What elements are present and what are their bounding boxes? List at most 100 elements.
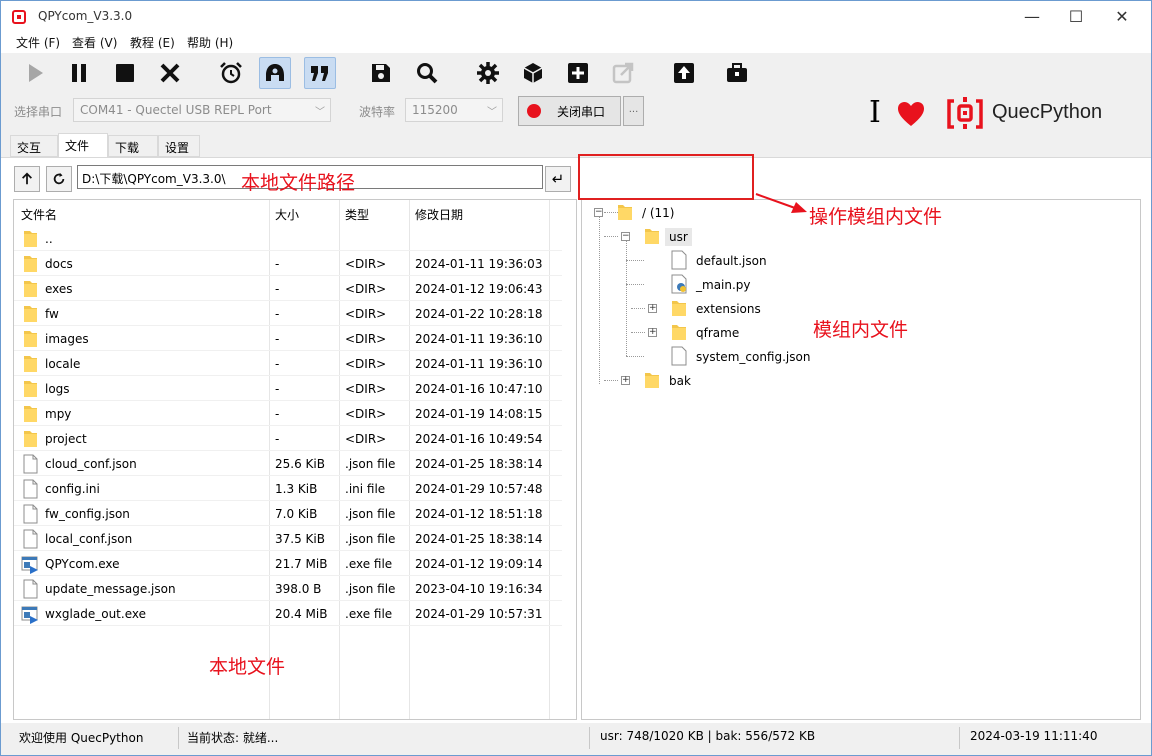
alarm-clock-icon[interactable] xyxy=(215,57,247,89)
menu-help[interactable]: 帮助 (H) xyxy=(187,34,233,51)
table-row[interactable]: images - <DIR> 2024-01-11 19:36:10 xyxy=(14,326,562,351)
save-icon[interactable] xyxy=(365,57,397,89)
play-icon[interactable] xyxy=(19,57,51,89)
enter-path-button[interactable]: ↵ xyxy=(545,166,571,192)
table-row[interactable]: update_message.json 398.0 B .json file 2023… xyxy=(14,576,562,601)
file-name: config.ini xyxy=(45,482,100,496)
table-row[interactable]: QPYcom.exe 21.7 MiB .exe file 2024-01-12 19… xyxy=(14,551,562,576)
menu-view[interactable]: 查看 (V) xyxy=(72,34,117,51)
tree-line xyxy=(599,216,600,384)
file-type: <DIR> xyxy=(345,282,387,296)
minimize-button[interactable]: — xyxy=(1009,1,1055,32)
file-size: - xyxy=(275,432,280,446)
tab-interaction[interactable]: 交互 xyxy=(10,135,58,157)
file-date: 2024-01-16 10:47:10 xyxy=(415,382,543,396)
tree-node-qframe[interactable]: qframe xyxy=(696,326,739,340)
plus-box-icon[interactable] xyxy=(562,57,594,89)
table-row[interactable]: fw_config.json 7.0 KiB .json file 2024-01-1… xyxy=(14,501,562,526)
collapse-toggle[interactable]: − xyxy=(594,208,603,217)
app-window: QPYcom_V3.3.0 — ☐ ✕ 文件 (F) 查看 (V) 教程 (E)… xyxy=(0,0,1152,756)
baud-select[interactable]: 115200 ﹀ xyxy=(405,98,503,122)
expand-toggle[interactable]: + xyxy=(621,376,630,385)
table-row[interactable]: local_conf.json 37.5 KiB .json file 2024-01… xyxy=(14,526,562,551)
more-button[interactable]: ... xyxy=(623,96,644,126)
file-icon xyxy=(23,504,38,524)
file-size: 21.7 MiB xyxy=(275,557,328,571)
toolbox-icon[interactable] xyxy=(721,57,753,89)
baud-value: 115200 xyxy=(412,103,458,117)
table-row[interactable]: project - <DIR> 2024-01-16 10:49:54 xyxy=(14,426,562,451)
folder-icon xyxy=(24,256,37,272)
tree-node-main-py[interactable]: _main.py xyxy=(696,278,751,292)
toolbar xyxy=(1,53,1151,93)
menu-file[interactable]: 文件 (F) xyxy=(16,34,60,51)
file-type: .ini file xyxy=(345,482,386,496)
gear-icon[interactable] xyxy=(472,57,504,89)
header-date[interactable]: 修改日期 xyxy=(415,206,463,223)
file-size: 37.5 KiB xyxy=(275,532,325,546)
table-row[interactable]: locale - <DIR> 2024-01-11 19:36:10 xyxy=(14,351,562,376)
tab-download[interactable]: 下载 xyxy=(108,135,158,157)
file-type: .exe file xyxy=(345,607,393,621)
stop-icon[interactable] xyxy=(109,57,141,89)
header-name[interactable]: 文件名 xyxy=(21,206,57,223)
file-name: local_conf.json xyxy=(45,532,133,546)
local-file-list[interactable]: 文件名 大小 类型 修改日期 .. docs - <DIR> 2024-01-11 19… xyxy=(13,199,577,720)
table-row[interactable]: .. xyxy=(14,226,562,251)
upload-icon[interactable] xyxy=(668,57,700,89)
table-row[interactable]: fw - <DIR> 2024-01-22 10:28:18 xyxy=(14,301,562,326)
module-file-tree[interactable]: − − + + + / (11) usr default.json _main.… xyxy=(581,199,1141,720)
tree-node-usr[interactable]: usr xyxy=(665,228,692,246)
pause-icon[interactable] xyxy=(63,57,95,89)
table-row[interactable]: exes - <DIR> 2024-01-12 19:06:43 xyxy=(14,276,562,301)
chevron-down-icon: ﹀ xyxy=(315,107,325,118)
annotation-local-files: 本地文件 xyxy=(209,656,286,678)
tree-root[interactable]: / (11) xyxy=(642,206,675,220)
file-type: <DIR> xyxy=(345,407,387,421)
expand-toggle[interactable]: + xyxy=(648,328,657,337)
close-port-label: 关闭串口 xyxy=(557,104,606,119)
tree-node-bak[interactable]: bak xyxy=(669,374,691,388)
file-size: 20.4 MiB xyxy=(275,607,328,621)
header-type[interactable]: 类型 xyxy=(345,206,369,223)
table-row[interactable]: config.ini 1.3 KiB .ini file 2024-01-29 10:… xyxy=(14,476,562,501)
collapse-toggle[interactable]: − xyxy=(621,232,630,241)
tree-node-default-json[interactable]: default.json xyxy=(696,254,767,268)
maximize-button[interactable]: ☐ xyxy=(1053,1,1099,32)
rocket-icon[interactable] xyxy=(259,57,291,89)
expand-toggle[interactable]: + xyxy=(648,304,657,313)
file-icon xyxy=(23,579,38,599)
quote-icon[interactable] xyxy=(304,57,336,89)
close-window-button[interactable]: ✕ xyxy=(1099,1,1145,32)
table-row[interactable]: docs - <DIR> 2024-01-11 19:36:03 xyxy=(14,251,562,276)
tree-node-system-config[interactable]: system_config.json xyxy=(696,350,810,364)
file-type: .json file xyxy=(345,457,396,471)
table-row[interactable]: mpy - <DIR> 2024-01-19 14:08:15 xyxy=(14,401,562,426)
close-x-icon[interactable] xyxy=(154,57,186,89)
up-dir-button[interactable] xyxy=(14,166,40,192)
tree-node-extensions[interactable]: extensions xyxy=(696,302,761,316)
export-icon[interactable] xyxy=(607,57,639,89)
menu-tutorial[interactable]: 教程 (E) xyxy=(130,34,175,51)
table-row[interactable]: logs - <DIR> 2024-01-16 10:47:10 xyxy=(14,376,562,401)
exe-file-icon xyxy=(21,606,38,624)
chevron-down-icon: ﹀ xyxy=(487,107,497,118)
file-date: 2024-01-12 19:06:43 xyxy=(415,282,543,296)
file-size: - xyxy=(275,257,280,271)
file-date: 2023-04-10 19:16:34 xyxy=(415,582,543,596)
header-size[interactable]: 大小 xyxy=(275,206,299,223)
table-row[interactable]: wxglade_out.exe 20.4 MiB .exe file 2024-01-… xyxy=(14,601,562,626)
refresh-icon xyxy=(53,172,65,185)
package-icon[interactable] xyxy=(517,57,549,89)
file-size: - xyxy=(275,307,280,321)
close-port-button[interactable]: 关闭串口 xyxy=(518,96,621,126)
table-row[interactable]: cloud_conf.json 25.6 KiB .json file 2024-01… xyxy=(14,451,562,476)
port-select[interactable]: COM41 - Quectel USB REPL Port ﹀ xyxy=(73,98,331,122)
file-type: <DIR> xyxy=(345,257,387,271)
tab-settings[interactable]: 设置 xyxy=(158,135,200,157)
status-storage: usr: 748/1020 KB | bak: 556/572 KB xyxy=(600,729,816,743)
baud-label: 波特率 xyxy=(359,105,396,119)
tab-files[interactable]: 文件 xyxy=(58,133,108,158)
refresh-local-button[interactable] xyxy=(46,166,72,192)
search-icon[interactable] xyxy=(411,57,443,89)
